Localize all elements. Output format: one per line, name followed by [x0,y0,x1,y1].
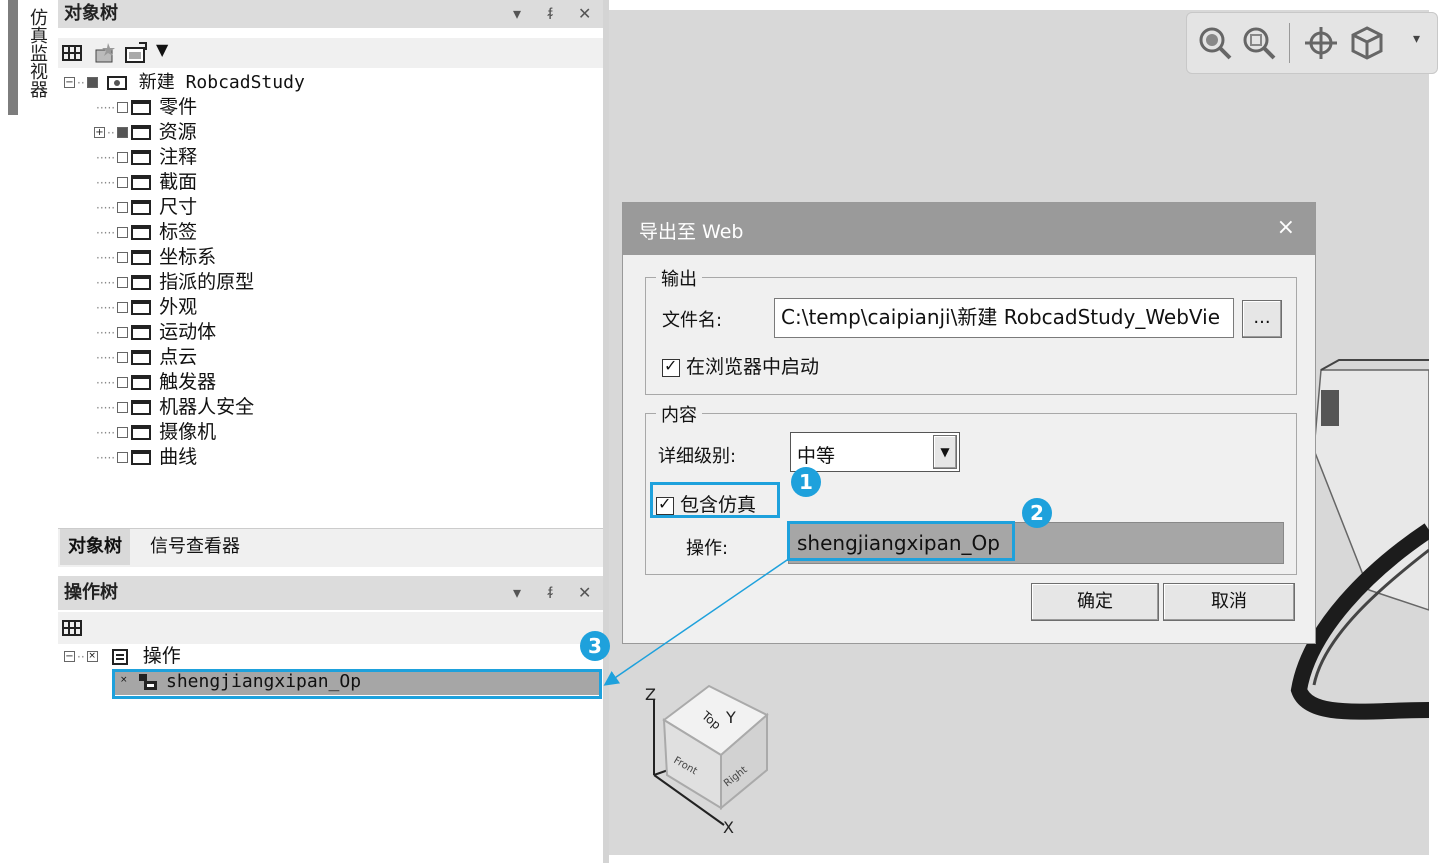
callout-badge-2: 2 [1022,498,1052,528]
callout-arrow [603,557,791,686]
callout-badge-1: 1 [791,467,821,497]
callout-badge-3: 3 [580,631,610,661]
